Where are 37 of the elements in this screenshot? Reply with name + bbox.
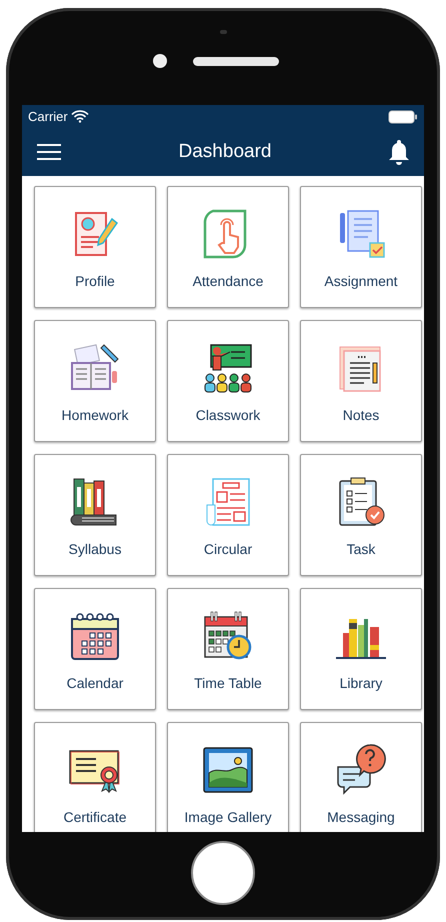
tile-label: Image Gallery xyxy=(184,809,272,825)
tile-label: Classwork xyxy=(196,407,260,423)
battery-icon xyxy=(388,110,418,124)
tile-label: Attendance xyxy=(192,273,264,289)
dashboard-tile[interactable]: Classwork xyxy=(167,320,289,442)
tile-label: Homework xyxy=(62,407,128,423)
screen-title: Dashboard xyxy=(178,141,272,163)
tile-label: Profile xyxy=(75,273,115,289)
dashboard-tile[interactable]: Library xyxy=(300,588,422,710)
tile-label: Time Table xyxy=(194,675,262,691)
menu-button[interactable] xyxy=(36,143,62,161)
dashboard-tile[interactable]: Profile xyxy=(34,186,156,308)
dashboard-tile[interactable]: Homework xyxy=(34,320,156,442)
tile-label: Task xyxy=(346,541,376,557)
carrier-label: Carrier xyxy=(28,109,68,124)
dashboard-tile[interactable]: Syllabus xyxy=(34,454,156,576)
tile-label: Messaging xyxy=(327,809,395,825)
dashboard-tile[interactable]: Attendance xyxy=(167,186,289,308)
tile-label: Circular xyxy=(204,541,252,557)
wifi-icon xyxy=(70,110,89,123)
dashboard-tile[interactable]: Assignment xyxy=(300,186,422,308)
tile-label: Certificate xyxy=(63,809,127,825)
dashboard-tile[interactable]: Time Table xyxy=(167,588,289,710)
dashboard-tile[interactable]: Calendar xyxy=(34,588,156,710)
dashboard-tile[interactable]: Image Gallery xyxy=(167,722,289,832)
front-camera xyxy=(153,54,167,68)
tile-label: Calendar xyxy=(66,675,124,691)
tile-label: Notes xyxy=(342,407,380,423)
dashboard-tile[interactable]: Messaging xyxy=(300,722,422,832)
notification-button[interactable] xyxy=(388,139,410,165)
tile-label: Syllabus xyxy=(68,541,122,557)
tile-label: Library xyxy=(340,675,382,691)
dashboard-tile[interactable]: Circular xyxy=(167,454,289,576)
dashboard-tile[interactable]: Task xyxy=(300,454,422,576)
tile-label: Assignment xyxy=(324,273,398,289)
dashboard-tile[interactable]: Notes xyxy=(300,320,422,442)
dashboard-tile[interactable]: Certificate xyxy=(34,722,156,832)
